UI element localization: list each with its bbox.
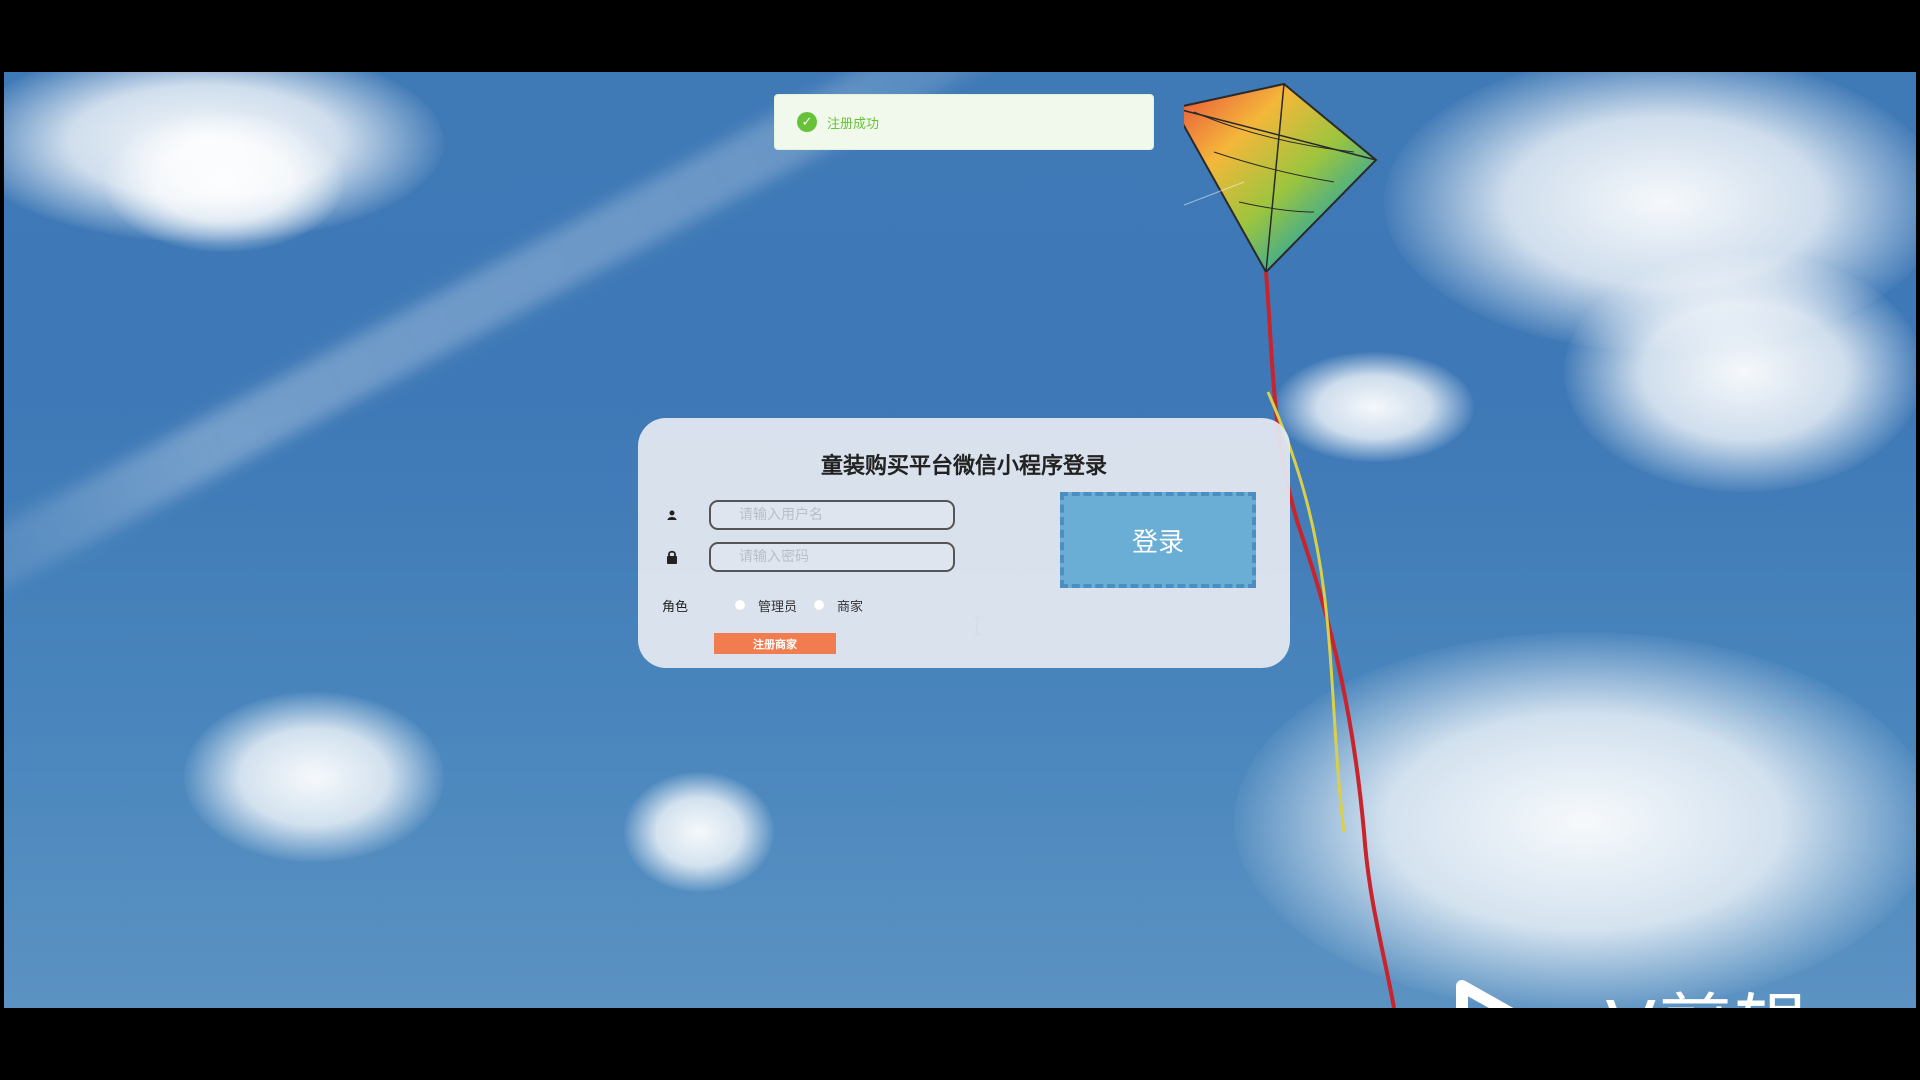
register-merchant-button[interactable]: 注册商家 bbox=[714, 633, 836, 654]
username-input[interactable] bbox=[709, 500, 955, 530]
success-toast: ✓ 注册成功 bbox=[774, 94, 1154, 150]
role-option-label: 商家 bbox=[837, 600, 864, 615]
cloud bbox=[624, 772, 774, 892]
cloud bbox=[104, 112, 344, 252]
toast-message: 注册成功 bbox=[827, 116, 880, 132]
login-button[interactable]: 登录 bbox=[1060, 492, 1256, 588]
cloud bbox=[184, 692, 444, 862]
play-logo-icon bbox=[1456, 980, 1514, 1008]
ev-watermark: eV剪辑 bbox=[1454, 977, 1810, 1008]
watermark-text: eV剪辑 bbox=[1558, 969, 1810, 1009]
login-card: 童装购买平台微信小程序登录 角色 管理员 商家 注册商家 登录 bbox=[638, 418, 1290, 668]
user-icon bbox=[664, 507, 680, 523]
cloud bbox=[4, 72, 444, 242]
cloud bbox=[1384, 72, 1916, 352]
role-radio-merchant[interactable] bbox=[813, 599, 825, 611]
check-circle-icon: ✓ bbox=[797, 112, 817, 132]
role-label: 角色 bbox=[662, 600, 689, 615]
lock-icon bbox=[664, 549, 680, 565]
login-title: 童装购买平台微信小程序登录 bbox=[820, 454, 1107, 479]
password-input[interactable] bbox=[709, 542, 955, 572]
role-option-label: 管理员 bbox=[758, 600, 798, 615]
role-radio-admin[interactable] bbox=[734, 599, 746, 611]
cloud bbox=[1564, 252, 1916, 492]
